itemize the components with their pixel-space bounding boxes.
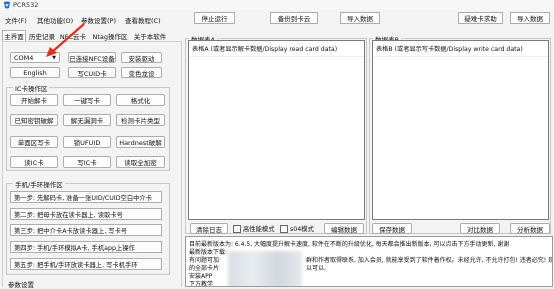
annotation-arrow-icon: [46, 23, 85, 57]
data-table-b[interactable]: 表格B (或者显示写卡数据/Display write card data): [372, 40, 549, 220]
s04-mode-checkbox[interactable]: s04模式: [280, 224, 314, 233]
log-line-partial: 群和作者取得联系, 加入会员, 就能享受到了软件着作权。未经允许, 不允许打包!…: [306, 257, 553, 264]
scan-tips-button[interactable]: 疑难卡求助: [458, 12, 503, 24]
log-line: 目前最新版本为: 6.4.5, 大幅度提升解卡速度, 软件在不断的升级优化, 每…: [189, 241, 510, 248]
edit-data-button[interactable]: 编辑数据: [324, 223, 364, 234]
phone-band-group-title: 手机/手环操作区: [13, 179, 65, 189]
lock-ufuid-button[interactable]: 锁UFUID: [63, 136, 111, 148]
app-title: PCR532: [13, 1, 39, 9]
language-button[interactable]: English: [10, 67, 60, 78]
read-ic-button[interactable]: 读IC卡: [10, 156, 58, 168]
title-bar: PCR532: [0, 0, 554, 10]
log-area[interactable]: 目前最新版本为: 6.4.5, 大幅度提升解卡速度, 软件在不断的升级优化, 每…: [185, 236, 553, 287]
s04-mode-label: s04模式: [290, 226, 314, 233]
menu-tutorial[interactable]: 查看教程(C): [125, 15, 161, 25]
menu-bar: 文件(F) 其他功能(O) 参数设置(P) 查看教程(C): [0, 13, 200, 25]
params-section-title: 参数设置: [8, 281, 34, 289]
backup-button[interactable]: 备份到卡云: [270, 12, 318, 24]
step-5-button[interactable]: 第五步: 把手机/手环放读卡器上, 写卡机手环: [10, 258, 162, 270]
log-line: 下方教学: [189, 281, 214, 287]
high-perf-label: 高性能模式: [243, 226, 275, 233]
redacted-blur: [228, 251, 302, 286]
one-key-write-button[interactable]: 一键写卡: [63, 94, 111, 106]
tab-main[interactable]: 主界面: [2, 30, 26, 41]
step-3-button[interactable]: 第三步: 把中介卡A卡放读卡器上, 写卡号: [10, 224, 162, 236]
install-driver-button[interactable]: 安装驱动: [121, 52, 162, 63]
step-4-button[interactable]: 第四步: 手机/手环模拟A卡, 手机app上操作: [10, 241, 162, 253]
write-cuid-button[interactable]: 写CUID卡: [68, 67, 116, 78]
compare-data-button[interactable]: 对比数据: [460, 223, 500, 234]
checkbox-icon: [280, 224, 288, 233]
ic-card-group-title: IC卡操作区: [13, 83, 50, 93]
hardnest-crack-button[interactable]: Hardnest破解: [116, 136, 165, 148]
write-ic-button[interactable]: 写IC卡: [63, 156, 111, 168]
step-1-button[interactable]: 第一步: 先解码卡, 准备一张UID/CUID空白中介卡: [10, 191, 162, 203]
tab-ntag[interactable]: Ntag操作区: [90, 30, 130, 41]
no-vuln-card-button[interactable]: 解无漏洞卡: [63, 114, 111, 126]
data-table-b-header: 表格B (或者显示写卡数据/Display write card data): [373, 41, 548, 57]
tab-about[interactable]: 关于本软件: [131, 30, 169, 41]
format-button[interactable]: 格式化: [116, 94, 165, 106]
single-sector-write-button[interactable]: 单面区写卡: [10, 136, 58, 148]
start-decode-button[interactable]: 开始解卡: [10, 94, 58, 106]
menu-file[interactable]: 文件(F): [5, 15, 27, 25]
data-table-a[interactable]: 表格A (或者显示解卡数据/Display read card data): [188, 40, 365, 220]
import-button[interactable]: 导入数据: [510, 12, 550, 24]
data-table-a-header: 表格A (或者显示解卡数据/Display read card data): [189, 41, 364, 57]
detect-card-type-button[interactable]: 检测卡片类型: [116, 114, 165, 126]
color-theme-button[interactable]: 变色龙设: [121, 67, 162, 78]
clear-log-button[interactable]: 清除日志: [190, 223, 228, 234]
com-port-value: COM4: [14, 53, 34, 62]
analyze-data-button[interactable]: 分析数据: [510, 223, 550, 234]
step-2-button[interactable]: 第二步: 把母卡放在读卡器上, 读取卡号: [10, 208, 162, 220]
known-key-crack-button[interactable]: 已知密钥破解: [10, 114, 58, 126]
stop-button[interactable]: 停止运行: [194, 12, 235, 24]
checkbox-icon: [233, 224, 241, 233]
app-logo-icon: [3, 1, 11, 9]
read-full-encrypted-button[interactable]: 读取全加密: [116, 156, 165, 168]
save-data-button[interactable]: 保存数据: [372, 223, 412, 234]
high-perf-checkbox[interactable]: 高性能模式: [233, 224, 274, 233]
log-line-partial: 以可以,: [306, 265, 326, 272]
import-data-button[interactable]: 导入数据: [340, 12, 380, 24]
